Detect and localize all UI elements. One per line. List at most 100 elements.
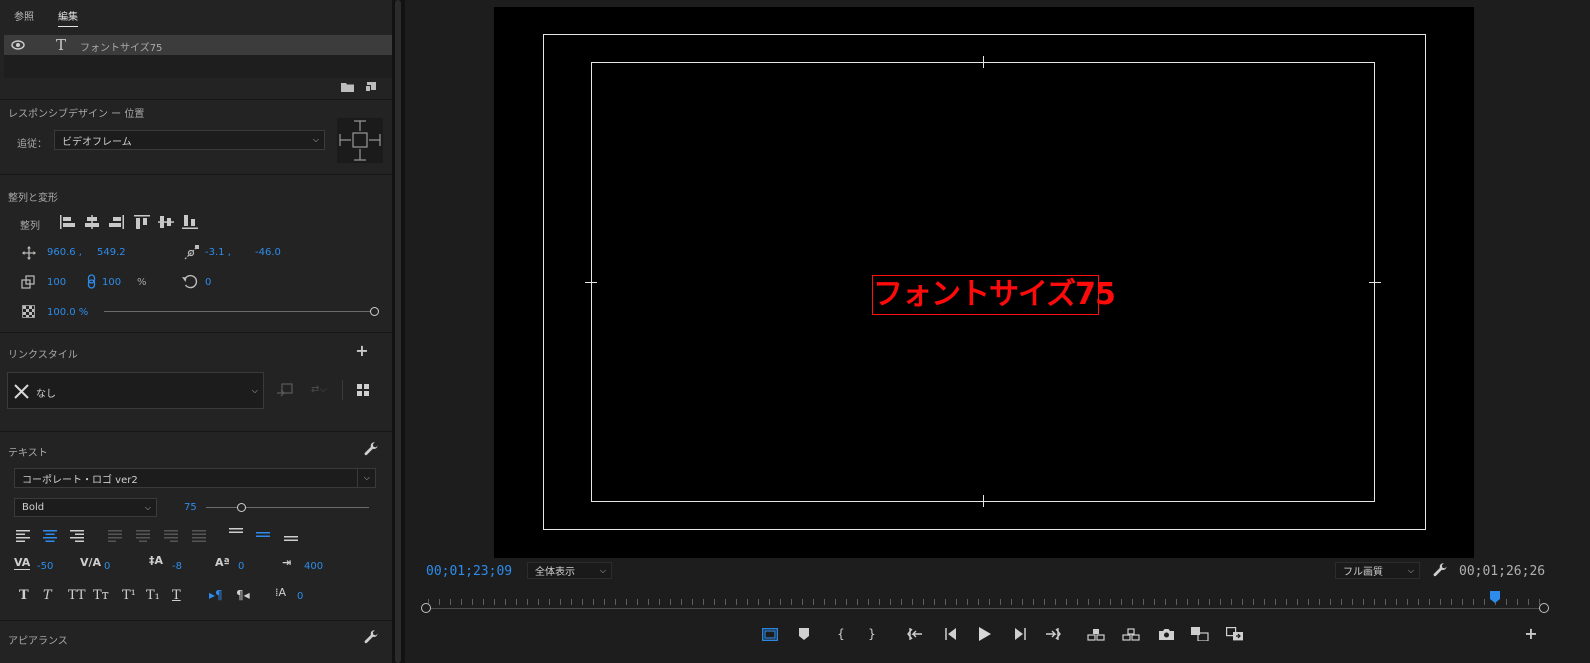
- new-item-icon[interactable]: [364, 80, 378, 93]
- mark-in-icon[interactable]: {: [830, 623, 852, 645]
- rotation-icon: [182, 274, 198, 289]
- go-to-in-icon[interactable]: [904, 623, 926, 645]
- kerning-value[interactable]: -50: [37, 561, 53, 572]
- eye-icon[interactable]: [10, 38, 26, 52]
- tracking-value[interactable]: 0: [104, 561, 110, 572]
- timeline-ruler[interactable]: [420, 591, 1550, 615]
- underline-button[interactable]: T: [172, 588, 181, 603]
- go-to-out-icon[interactable]: [1042, 623, 1064, 645]
- safe-tick-top: [983, 56, 984, 68]
- text-section-title: テキスト: [8, 448, 48, 459]
- comparison-view-icon[interactable]: [1189, 623, 1211, 645]
- align-bottom-icon[interactable]: [182, 215, 198, 229]
- tab-width-icon: ⇥: [282, 556, 292, 569]
- ruler-end-handle[interactable]: [1539, 603, 1549, 613]
- safe-margins-button[interactable]: [759, 623, 781, 645]
- text-align-right-icon[interactable]: [70, 530, 84, 542]
- panel-splitter[interactable]: [392, 0, 405, 663]
- faux-italic-button[interactable]: T: [43, 588, 52, 603]
- opacity-slider-track[interactable]: [104, 311, 372, 312]
- title-text-layer[interactable]: フォントサイズ75: [872, 275, 1116, 315]
- font-size-slider-track[interactable]: [206, 507, 369, 508]
- ruler-ticks: [428, 599, 1542, 605]
- follow-label: 追従：: [17, 139, 47, 150]
- safe-tick-right: [1369, 282, 1381, 283]
- vertical-align-bottom-icon[interactable]: [284, 536, 298, 544]
- playhead[interactable]: [1490, 591, 1501, 603]
- mark-out-icon[interactable]: }: [861, 623, 883, 645]
- link-style-dropdown[interactable]: なし ⌵: [7, 372, 264, 409]
- vertical-align-center-icon[interactable]: [256, 532, 270, 540]
- camera-icon[interactable]: [1155, 623, 1177, 645]
- follow-value: ビデオフレーム: [62, 136, 132, 148]
- follow-dropdown[interactable]: ビデオフレーム ⌵: [54, 130, 325, 150]
- chevron-down-icon: ⌵: [1407, 565, 1414, 575]
- marker-icon[interactable]: [793, 623, 815, 645]
- align-left-icon[interactable]: [60, 215, 76, 229]
- text-align-left-icon[interactable]: [16, 530, 30, 542]
- wrench-icon[interactable]: [1433, 563, 1448, 578]
- tab-width-value[interactable]: 400: [304, 561, 323, 572]
- video-canvas[interactable]: フォントサイズ75: [494, 7, 1474, 558]
- baseline-shift-icon: Aª: [215, 556, 230, 569]
- font-size-slider-thumb[interactable]: [236, 503, 246, 512]
- anchor-y[interactable]: -46.0: [255, 247, 281, 258]
- opacity-value[interactable]: 100.0 %: [47, 307, 88, 318]
- position-x[interactable]: 960.6 ,: [47, 247, 82, 258]
- tab-edit[interactable]: 編集: [58, 8, 78, 27]
- zoom-dropdown[interactable]: 全体表示 ⌵: [527, 562, 612, 579]
- position-y[interactable]: 549.2: [97, 247, 126, 258]
- opacity-slider-thumb[interactable]: [370, 307, 379, 316]
- quality-dropdown[interactable]: フル画質 ⌵: [1335, 562, 1420, 579]
- tsume-value[interactable]: 0: [297, 591, 303, 602]
- justify-all-icon: [192, 530, 206, 542]
- lift-icon[interactable]: [1085, 623, 1107, 645]
- rotation-value[interactable]: 0: [205, 277, 211, 288]
- all-caps-button[interactable]: TT: [68, 588, 86, 603]
- plus-icon[interactable]: +: [1523, 624, 1539, 643]
- link-icon[interactable]: [87, 274, 96, 289]
- chevron-down-icon: ⌵: [251, 385, 258, 395]
- font-family-dropdown[interactable]: コーポレート・ロゴ ver2 ⌵: [14, 468, 376, 488]
- rtl-direction-icon[interactable]: ¶◂: [236, 588, 250, 602]
- ruler-track: [428, 608, 1542, 609]
- current-timecode[interactable]: 00;01;23;09: [426, 564, 512, 579]
- subscript-button[interactable]: T₁: [146, 588, 160, 603]
- zoom-value: 全体表示: [535, 567, 575, 578]
- leading-value[interactable]: -8: [172, 561, 182, 572]
- wrench-icon[interactable]: [364, 630, 379, 645]
- anchor-x[interactable]: -3.1 ,: [205, 247, 231, 258]
- extract-icon[interactable]: [1120, 623, 1142, 645]
- superscript-button[interactable]: T¹: [122, 588, 136, 603]
- folder-icon[interactable]: [340, 81, 354, 93]
- font-size-value[interactable]: 75: [184, 502, 197, 513]
- align-center-v-icon[interactable]: [158, 215, 174, 229]
- align-top-icon[interactable]: [134, 215, 150, 229]
- baseline-value[interactable]: 0: [238, 561, 244, 572]
- essential-graphics-panel: 参照 編集 T フォントサイズ75 レスポンシブデザイン ー 位置 追従： ビデ…: [0, 0, 392, 663]
- align-right-icon[interactable]: [108, 215, 124, 229]
- layer-row[interactable]: T フォントサイズ75: [4, 35, 392, 55]
- play-icon[interactable]: [974, 623, 996, 645]
- align-center-h-icon[interactable]: [84, 215, 100, 229]
- divider: [0, 174, 392, 175]
- wrench-icon[interactable]: [364, 442, 379, 457]
- grid-icon[interactable]: [357, 384, 370, 397]
- step-forward-icon[interactable]: [1009, 623, 1031, 645]
- pin-widget[interactable]: [337, 118, 383, 163]
- scale-value[interactable]: 100: [47, 277, 66, 288]
- chevron-down-icon: ⌵: [599, 565, 606, 575]
- scale-height-value: 100: [102, 277, 122, 288]
- step-back-icon[interactable]: [940, 623, 962, 645]
- toggle-proxies-icon[interactable]: [1224, 623, 1246, 645]
- tab-browse[interactable]: 参照: [14, 8, 34, 23]
- small-caps-button[interactable]: Tᴛ: [93, 588, 109, 603]
- font-style-dropdown[interactable]: Bold ⌵: [14, 498, 157, 517]
- text-align-center-icon[interactable]: [43, 530, 57, 542]
- faux-bold-button[interactable]: T: [19, 588, 29, 603]
- plus-icon[interactable]: +: [355, 341, 369, 360]
- ltr-direction-icon[interactable]: ▸¶: [209, 588, 223, 602]
- vertical-align-top-icon[interactable]: [229, 528, 243, 536]
- ruler-start-handle[interactable]: [421, 603, 431, 613]
- splitter-handle[interactable]: [395, 0, 401, 663]
